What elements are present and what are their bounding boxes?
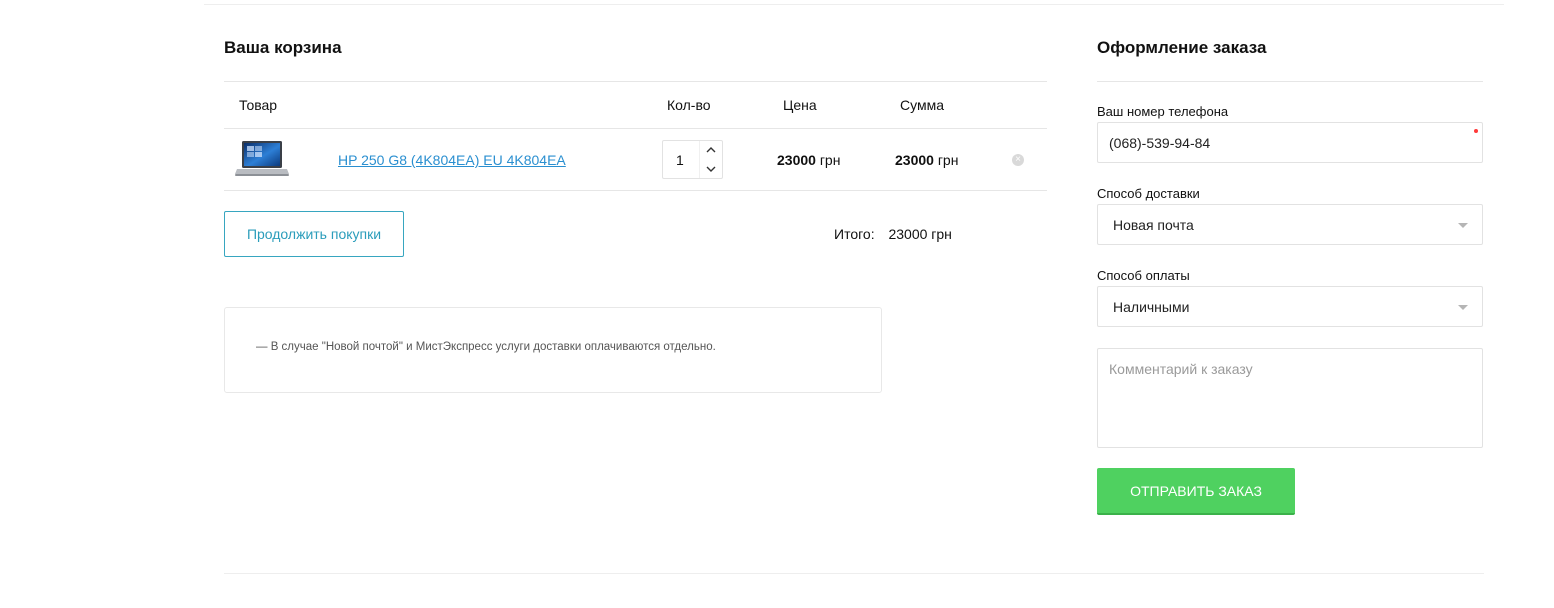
comment-placeholder[interactable]: Комментарий к заказу	[1109, 361, 1253, 377]
phone-label: Ваш номер телефона	[1097, 104, 1229, 119]
total-label: Итого:	[834, 226, 875, 242]
payment-select[interactable]: Наличными	[1097, 286, 1483, 327]
column-price: Цена	[783, 97, 817, 113]
phone-input[interactable]: (068)-539-94-84	[1097, 122, 1483, 163]
cart-header-top-divider	[224, 81, 1047, 82]
top-divider	[204, 4, 1504, 5]
delivery-note-box: — В случае "Новой почтой" и МистЭкспресс…	[224, 307, 882, 393]
delivery-note: — В случае "Новой почтой" и МистЭкспресс…	[256, 341, 716, 353]
checkout-divider	[1097, 81, 1483, 82]
quantity-arrows	[699, 141, 722, 178]
delivery-value[interactable]: Новая почта	[1113, 217, 1194, 233]
item-sum-value: 23000	[895, 152, 934, 168]
submit-order-button[interactable]: ОТПРАВИТЬ ЗАКАЗ	[1097, 468, 1295, 515]
checkout-title: Оформление заказа	[1097, 38, 1267, 57]
bottom-divider	[224, 573, 1484, 574]
delivery-select[interactable]: Новая почта	[1097, 204, 1483, 245]
caret-down-icon[interactable]	[1458, 223, 1468, 228]
cart-title: Ваша корзина	[224, 38, 342, 57]
chevron-up-icon[interactable]	[700, 141, 722, 159]
cart-row-divider	[224, 190, 1047, 191]
cart-header-bottom-divider	[224, 128, 1047, 129]
total-value: 23000 грн	[888, 226, 952, 242]
cart-total: Итого: 23000 грн	[834, 226, 952, 242]
product-link[interactable]: HP 250 G8 (4K804EA) EU 4K804EA	[338, 152, 566, 168]
column-sum: Сумма	[900, 97, 944, 113]
item-price-value: 23000	[777, 152, 816, 168]
chevron-down-icon[interactable]	[700, 160, 722, 178]
quantity-value[interactable]: 1	[676, 152, 684, 168]
column-qty: Кол-во	[667, 97, 711, 113]
item-sum-currency: грн	[937, 152, 959, 168]
comment-textarea[interactable]: Комментарий к заказу	[1097, 348, 1483, 448]
item-sum: 23000 грн	[895, 152, 958, 168]
payment-value[interactable]: Наличными	[1113, 299, 1189, 315]
quantity-stepper[interactable]: 1	[662, 140, 723, 179]
caret-down-icon[interactable]	[1458, 305, 1468, 310]
item-price: 23000 грн	[777, 152, 840, 168]
column-product: Товар	[239, 97, 278, 113]
continue-shopping-button[interactable]: Продолжить покупки	[224, 211, 404, 257]
payment-label: Способ оплаты	[1097, 268, 1190, 283]
phone-value[interactable]: (068)-539-94-84	[1109, 135, 1210, 151]
item-price-currency: грн	[819, 152, 841, 168]
close-circle-icon[interactable]: ×	[1012, 154, 1024, 166]
laptop-icon[interactable]	[234, 138, 290, 180]
required-indicator	[1474, 129, 1478, 133]
delivery-label: Способ доставки	[1097, 186, 1200, 201]
